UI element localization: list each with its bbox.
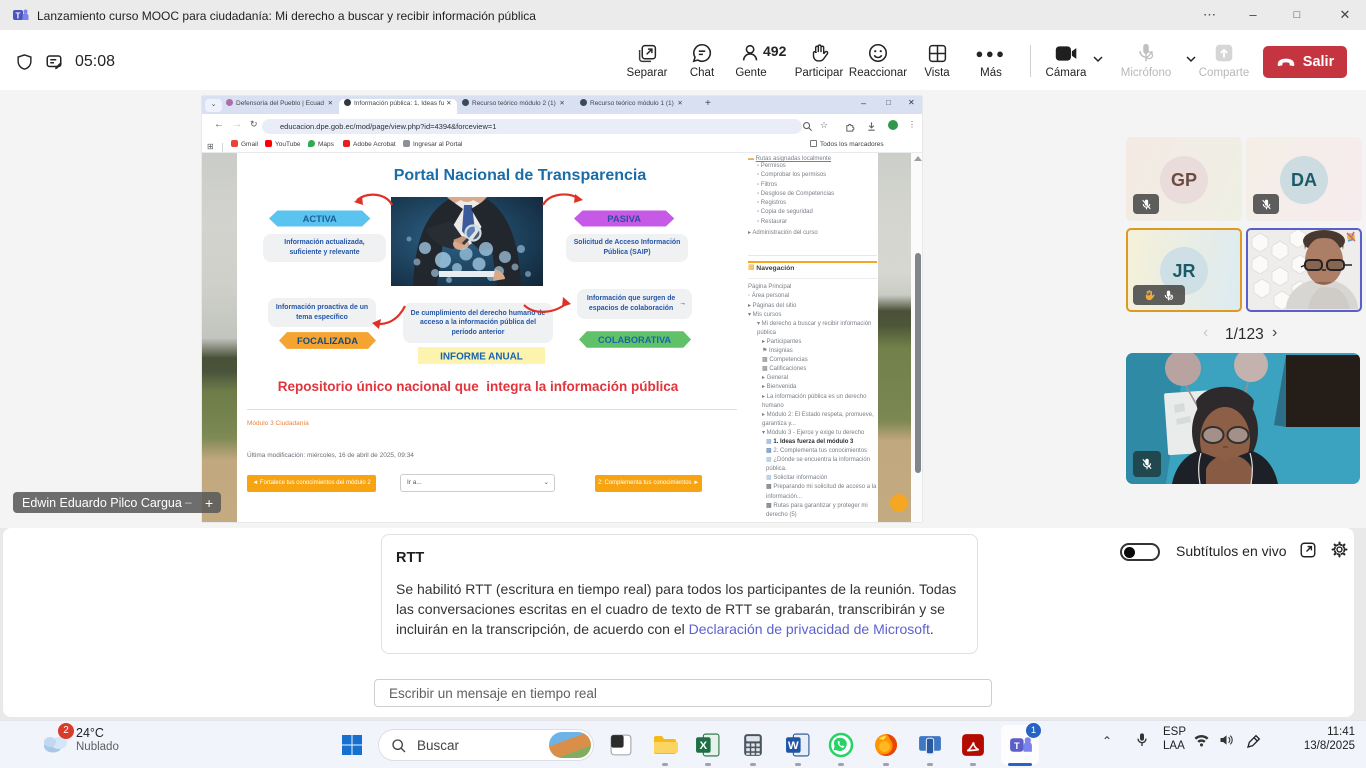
svg-text:T: T <box>16 12 21 21</box>
svg-text:X: X <box>699 740 707 752</box>
svg-text:T: T <box>1014 741 1020 751</box>
svg-text:W: W <box>788 740 799 752</box>
